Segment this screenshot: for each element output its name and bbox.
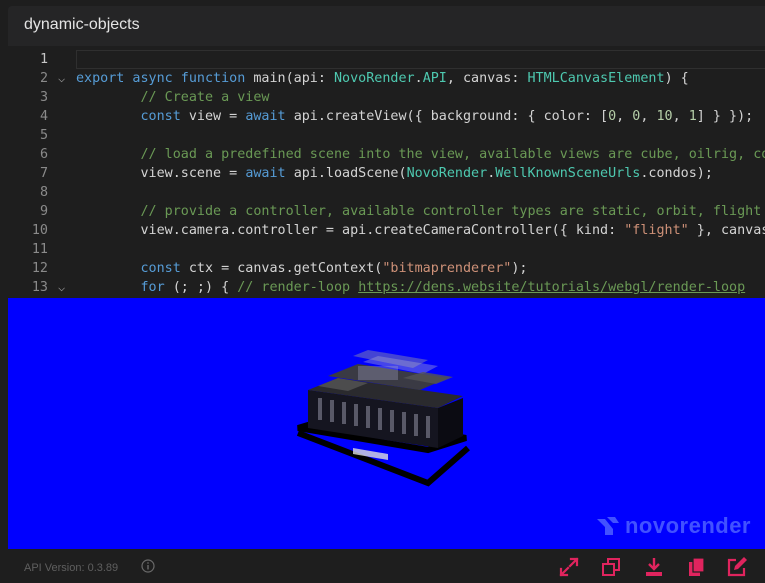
code-token: , canvas: [446,71,528,86]
code-token: "flight" [624,223,689,238]
code-line[interactable]: 12 const ctx = canvas.getContext("bitmap… [8,259,765,278]
expand-icon[interactable] [558,556,580,578]
code-token: WellKnownSceneUrls [495,166,641,181]
code-token: view.scene = [76,166,246,181]
window-title: dynamic-objects [24,16,140,33]
code-token: . [414,71,423,86]
code-line[interactable]: 9 // provide a controller, available con… [8,202,765,221]
code-token: // load a predefined scene into the view… [76,147,765,162]
fold-chevron-icon[interactable]: ⌵ [58,278,65,297]
code-token: .condos); [640,166,713,181]
code-line[interactable]: 7 view.scene = await api.loadScene(NovoR… [8,164,765,183]
condos-3d-model [296,350,470,487]
code-text: view.scene = await api.loadScene(NovoRen… [76,164,713,183]
line-number: 2 [39,71,48,86]
code-token: api.loadScene( [293,166,407,181]
novorender-logo-icon [596,517,619,535]
code-token: ctx = canvas.getContext( [188,261,383,276]
render-viewport[interactable]: novorender [8,298,765,549]
copy-icon[interactable] [685,556,707,578]
code-text: const ctx = canvas.getContext("bitmapren… [76,259,527,278]
code-token: api.createView({ background: { color: [ [293,109,609,124]
code-token: (; ;) { [172,280,238,295]
line-number: 9 [39,204,48,219]
current-line-highlight [76,50,765,69]
code-token: ) { [664,71,689,86]
api-version: API Version: 0.3.89 [24,562,119,574]
code-token: await [245,109,294,124]
code-link[interactable]: https://dens.website/tutorials/webgl/ren… [358,280,745,295]
code-text: // provide a controller, available contr… [76,202,761,221]
line-number: 8 [39,185,48,200]
code-token: 0 [608,109,617,124]
code-line[interactable]: 11 [8,240,765,259]
line-number: 5 [39,128,48,143]
code-token: HTMLCanvasElement [527,71,665,86]
code-token: }, canvas); [696,223,765,238]
line-number: 13 [31,280,48,295]
code-token: // render-loop [237,280,359,295]
line-number: 10 [31,223,48,238]
code-token: 1 [688,109,697,124]
code-text: export async function main(api: NovoRend… [76,69,689,88]
code-token: API [422,71,447,86]
novorender-logo: novorender [595,513,751,539]
code-token: ] } }); [696,109,754,124]
code-token: const [76,261,189,276]
code-token: // provide a controller, available contr… [76,204,762,219]
code-token: main(api: [253,71,334,86]
line-number: 4 [39,109,48,124]
logo-text: novorender [624,513,751,538]
download-icon[interactable] [643,556,665,578]
line-number: 12 [31,261,48,276]
code-text: const view = await api.createView({ back… [76,107,753,126]
code-line[interactable]: 6 // load a predefined scene into the vi… [8,145,765,164]
code-line[interactable]: 8 [8,183,765,202]
code-token: 10 [656,109,673,124]
code-text: // load a predefined scene into the view… [76,145,765,164]
code-token: for [76,280,173,295]
code-line[interactable]: 10 view.camera.controller = api.createCa… [8,221,765,240]
line-number: 11 [31,242,48,257]
code-token: NovoRender [334,71,415,86]
line-number: 7 [39,166,48,181]
code-line[interactable]: 1 [8,50,765,69]
code-line[interactable]: 2 ⌵ export async function main(api: NovoRe… [8,69,765,88]
code-text: for (; ;) { // render-loop https://dens.… [76,278,745,297]
app-frame: dynamic-objects 1 2 ⌵ export async function… [8,0,765,583]
code-line[interactable]: 3 // Create a view [8,88,765,107]
code-token: ); [511,261,528,276]
line-number: 3 [39,90,48,105]
code-token: view = [188,109,246,124]
fold-chevron-icon[interactable]: ⌵ [58,69,65,88]
code-token: view.camera.controller = api.createCamer… [76,223,625,238]
line-number: 1 [39,52,48,67]
code-token: // Create a view [76,90,270,105]
code-token: await [245,166,294,181]
code-editor[interactable]: 1 2 ⌵ export async function main(api: NovoR… [8,46,765,298]
status-bar: API Version: 0.3.89 [8,549,765,583]
code-token: , [640,109,657,124]
code-token: , [672,109,689,124]
code-token: , [616,109,633,124]
code-line[interactable]: 13 ⌵ for (; ;) { // render-loop https://d… [8,278,765,297]
code-line[interactable]: 5 [8,126,765,145]
title-bar: dynamic-objects [8,6,765,46]
code-token: "bitmaprenderer" [382,261,512,276]
code-token: export async function [76,71,254,86]
code-token: NovoRender [406,166,488,181]
info-icon[interactable] [141,559,155,573]
line-number: 6 [39,147,48,162]
edit-icon[interactable] [726,556,748,578]
code-token: const [76,109,189,124]
code-line[interactable]: 4 const view = await api.createView({ ba… [8,107,765,126]
restore-window-icon[interactable] [600,556,622,578]
code-text: view.camera.controller = api.createCamer… [76,221,765,240]
code-text: // Create a view [76,88,269,107]
